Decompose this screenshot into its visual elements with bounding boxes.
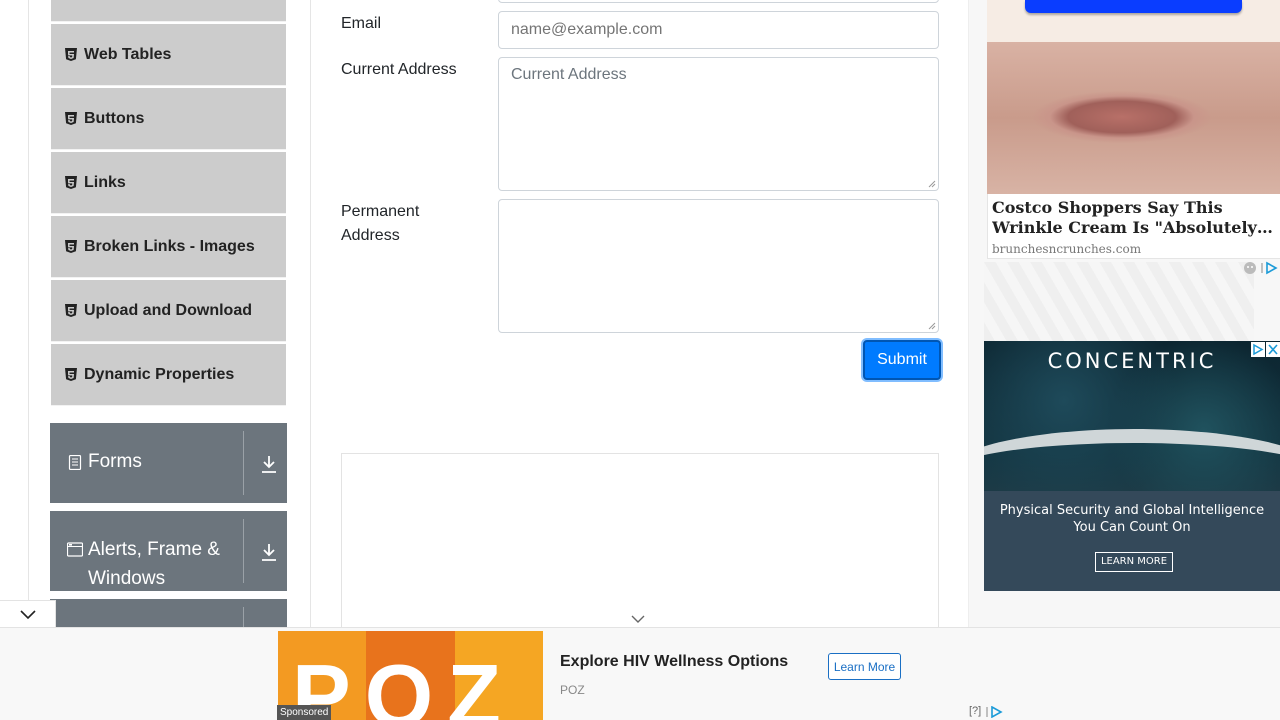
adchoices-icon[interactable] — [1242, 261, 1280, 275]
group-divider — [243, 607, 244, 628]
sidebar-left-border — [28, 0, 29, 628]
sidebar-item-partial[interactable] — [51, 0, 286, 22]
group-label: Alerts, Frame & Windows — [88, 539, 220, 589]
sidebar-item-dynamic-properties[interactable]: Dynamic Properties — [51, 344, 286, 406]
adchoices-icon[interactable] — [1251, 342, 1265, 357]
close-icon[interactable] — [1266, 342, 1280, 357]
sidebar-item-label: Broken Links - Images — [84, 237, 255, 255]
sidebar-item-label: Upload and Download — [84, 301, 252, 319]
sidebar-item-web-tables[interactable]: Web Tables — [51, 24, 286, 86]
sidebar-item-label: Dynamic Properties — [84, 365, 235, 383]
html5-icon — [65, 48, 77, 61]
sidebar-group-alerts[interactable]: Alerts, Frame & Windows — [50, 511, 287, 591]
adchoices-icon[interactable] — [986, 706, 1003, 718]
form-icon — [68, 455, 82, 470]
sidebar-item-label: Web Tables — [84, 45, 172, 63]
permanent-address-label: Permanent Address — [341, 203, 420, 244]
sidebar-item-upload-download[interactable]: Upload and Download — [51, 280, 286, 342]
resize-handle-icon[interactable] — [928, 322, 936, 330]
sidebar-item-label: Links — [84, 173, 126, 191]
sponsored-badge: Sponsored — [277, 705, 332, 720]
email-label: Email — [341, 15, 382, 32]
group-label: Forms — [88, 451, 142, 472]
sidebar-right-border — [310, 0, 311, 628]
banner-ad-brand: CONCENTRIC — [1047, 349, 1217, 373]
html5-icon — [65, 368, 77, 381]
permanent-address-textarea[interactable] — [498, 199, 939, 333]
banner-ad[interactable]: CONCENTRIC Physical Security and Global … — [984, 341, 1280, 591]
sidebar-group-partial[interactable] — [50, 599, 287, 628]
sidebar-collapse-button[interactable] — [0, 600, 56, 628]
html5-icon — [65, 304, 77, 317]
submit-button[interactable]: Submit — [863, 340, 941, 380]
learn-more-button[interactable]: Learn More — [828, 653, 901, 680]
native-ad-top-button[interactable] — [1025, 0, 1242, 13]
native-ad-card[interactable]: Costco Shoppers Say This Wrinkle Cream I… — [987, 194, 1280, 259]
current-address-label: Current Address — [341, 61, 457, 78]
resize-handle-icon[interactable] — [928, 180, 936, 188]
name-field-partial[interactable] — [498, 0, 939, 3]
bottom-ad-bar — [0, 628, 1280, 720]
window-icon — [67, 542, 83, 557]
email-field[interactable] — [498, 11, 939, 49]
banner-ad-tagline: Physical Security and Global Intelligenc… — [999, 503, 1265, 535]
chevron-down-icon[interactable] — [631, 614, 645, 624]
sidebar-item-links[interactable]: Links — [51, 152, 286, 214]
sidebar-item-buttons[interactable]: Buttons — [51, 88, 286, 150]
sidebar-group-forms[interactable]: Forms — [50, 423, 287, 503]
bottom-ad-title[interactable]: Explore HIV Wellness Options — [560, 653, 788, 671]
chevron-down-icon — [20, 610, 36, 620]
html5-icon — [65, 240, 77, 253]
current-address-placeholder: Current Address — [511, 66, 627, 83]
download-icon[interactable] — [260, 542, 278, 562]
current-address-textarea[interactable]: Current Address — [498, 57, 939, 191]
sidebar-item-broken-links[interactable]: Broken Links - Images — [51, 216, 286, 278]
banner-ad-cta[interactable]: LEARN MORE — [1095, 552, 1173, 572]
ad-help-link[interactable]: [?] — [969, 705, 981, 717]
native-ad-image[interactable] — [987, 42, 1280, 194]
html5-icon — [65, 176, 77, 189]
group-divider — [243, 431, 244, 495]
native-ad-title[interactable]: Costco Shoppers Say This Wrinkle Cream I… — [992, 198, 1277, 238]
group-divider — [243, 519, 244, 583]
page: Web Tables Buttons Links Broken Links - … — [0, 0, 1280, 720]
sidebar-item-label: Buttons — [84, 109, 145, 127]
download-icon[interactable] — [260, 454, 278, 474]
native-ad-source: brunchesncrunches.com — [992, 242, 1142, 256]
ad-background-pattern — [984, 262, 1254, 342]
html5-icon — [65, 112, 77, 125]
bottom-ad-source: POZ — [560, 683, 585, 697]
